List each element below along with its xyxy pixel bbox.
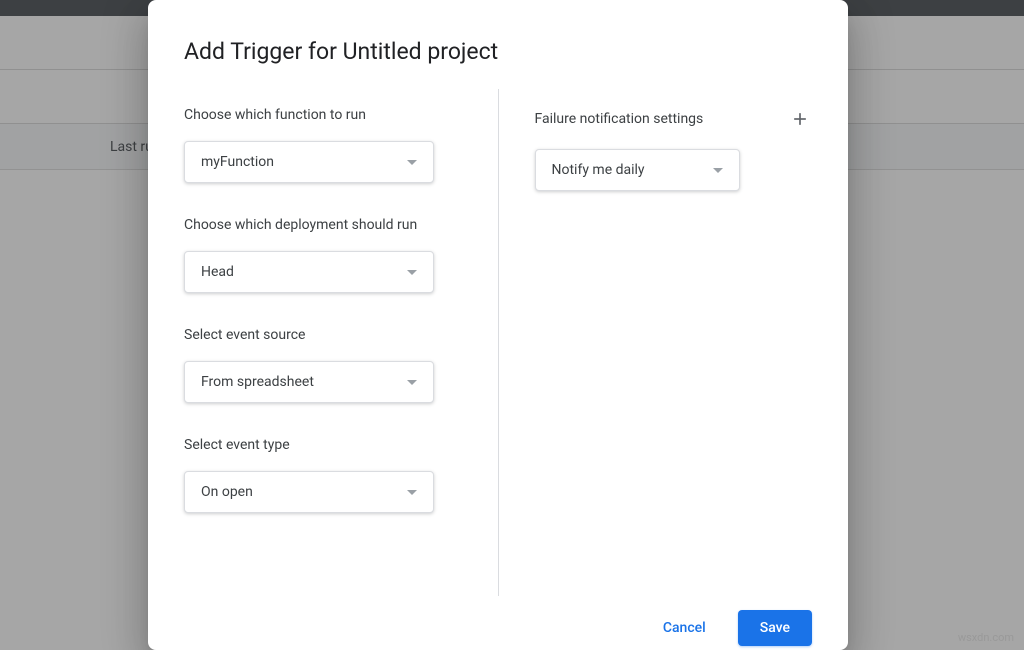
- deployment-field: Choose which deployment should run Head: [184, 217, 462, 293]
- chevron-down-icon: [713, 168, 723, 173]
- function-label: Choose which function to run: [184, 107, 462, 123]
- event-type-label: Select event type: [184, 437, 462, 453]
- event-type-select[interactable]: On open: [184, 471, 434, 513]
- dialog-title: Add Trigger for Untitled project: [148, 0, 848, 89]
- dialog-body: Choose which function to run myFunction …: [148, 89, 848, 596]
- notification-label: Failure notification settings: [535, 111, 704, 127]
- event-source-label: Select event source: [184, 327, 462, 343]
- notification-select[interactable]: Notify me daily: [535, 149, 740, 191]
- function-value: myFunction: [201, 154, 407, 170]
- deployment-label: Choose which deployment should run: [184, 217, 462, 233]
- function-field: Choose which function to run myFunction: [184, 107, 462, 183]
- function-select[interactable]: myFunction: [184, 141, 434, 183]
- cancel-button[interactable]: Cancel: [641, 610, 728, 646]
- dialog-left-column: Choose which function to run myFunction …: [184, 89, 499, 596]
- event-source-field: Select event source From spreadsheet: [184, 327, 462, 403]
- chevron-down-icon: [407, 160, 417, 165]
- event-source-value: From spreadsheet: [201, 374, 407, 390]
- event-source-select[interactable]: From spreadsheet: [184, 361, 434, 403]
- event-type-field: Select event type On open: [184, 437, 462, 513]
- dialog-actions: Cancel Save: [148, 596, 848, 650]
- save-button[interactable]: Save: [738, 610, 812, 646]
- deployment-value: Head: [201, 264, 407, 280]
- add-trigger-dialog: Add Trigger for Untitled project Choose …: [148, 0, 848, 650]
- dialog-right-column: Failure notification settings Notify me …: [499, 89, 813, 596]
- notification-value: Notify me daily: [552, 162, 713, 178]
- event-type-value: On open: [201, 484, 407, 500]
- chevron-down-icon: [407, 380, 417, 385]
- chevron-down-icon: [407, 270, 417, 275]
- chevron-down-icon: [407, 490, 417, 495]
- deployment-select[interactable]: Head: [184, 251, 434, 293]
- plus-icon: [790, 109, 810, 129]
- notification-header: Failure notification settings: [535, 107, 813, 131]
- add-notification-button[interactable]: [788, 107, 812, 131]
- watermark: wsxdn.com: [958, 631, 1014, 644]
